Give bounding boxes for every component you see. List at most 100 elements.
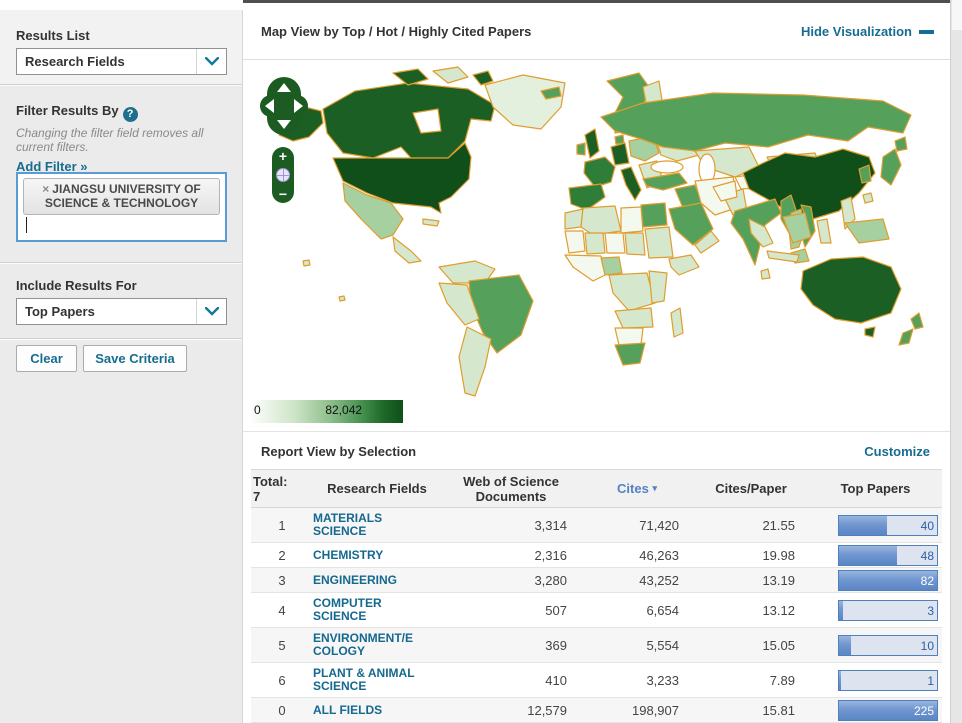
top-papers-bar: 10 [838, 635, 938, 656]
report-view-title: Report View by Selection [261, 444, 416, 459]
country-cuba [423, 219, 439, 226]
country-taiwan [863, 193, 873, 203]
sort-desc-icon: ▾ [652, 483, 657, 493]
globe-icon[interactable] [276, 168, 290, 182]
top-papers-bar-fill [839, 546, 897, 565]
table-header-row: Total: 7 Research Fields Web of Science … [251, 469, 942, 508]
save-criteria-button[interactable]: Save Criteria [83, 345, 187, 372]
country-new-zealand-south [899, 329, 913, 345]
cites-value: 43,252 [581, 573, 693, 588]
pan-right-icon[interactable] [294, 99, 303, 113]
row-rank: 2 [251, 548, 313, 563]
country-japan-hokkaido [895, 137, 907, 151]
research-field-link[interactable]: ENGINEERING [313, 571, 397, 590]
country-angola-zambia [615, 308, 653, 328]
include-results-dropdown-value: Top Papers [17, 304, 196, 319]
zoom-in-icon[interactable]: + [279, 149, 287, 163]
table-row: 5ENVIRONMENT/E COLOGY3695,55415.0510 [251, 628, 942, 663]
research-field-link[interactable]: PLANT & ANIMAL SCIENCE [313, 664, 415, 696]
scrollbar[interactable] [950, 0, 962, 723]
cites-value: 6,654 [581, 603, 693, 618]
page: Results List Research Fields Filter Resu… [0, 0, 962, 723]
top-papers-value: 10 [921, 639, 934, 653]
pan-down-icon[interactable] [277, 120, 291, 129]
black-sea [651, 161, 683, 173]
country-new-guinea [845, 219, 889, 243]
scrollbar-thumb[interactable] [952, 0, 962, 30]
map-pan-control[interactable] [267, 77, 301, 135]
chevron-down-icon [196, 299, 226, 324]
country-tasmania [865, 327, 875, 337]
cites-per-paper-value: 7.89 [693, 673, 809, 688]
text-caret [26, 217, 27, 233]
island-dot [339, 296, 345, 301]
top-papers-bar: 82 [838, 570, 938, 591]
country-ireland [577, 143, 585, 155]
country-libya [621, 207, 643, 233]
top-papers-bar-fill [839, 636, 851, 655]
col-header-cites-sort[interactable]: Cites ▾ [581, 481, 693, 496]
top-papers-value: 40 [921, 519, 934, 533]
country-morocco [565, 209, 583, 229]
country-mali [585, 233, 605, 254]
country-greenland [485, 75, 565, 129]
clear-button[interactable]: Clear [16, 345, 77, 372]
country-spain [569, 184, 605, 210]
cites-per-paper-value: 15.81 [693, 703, 809, 718]
hide-visualization-link[interactable]: Hide Visualization [801, 24, 912, 39]
include-results-label: Include Results For [16, 278, 137, 293]
pan-up-icon[interactable] [277, 83, 291, 92]
results-list-dropdown[interactable]: Research Fields [16, 48, 227, 75]
country-mauritania [565, 231, 585, 253]
table-row: 2CHEMISTRY2,31646,26319.9848 [251, 543, 942, 568]
world-map[interactable] [243, 61, 950, 399]
include-results-dropdown[interactable]: Top Papers [16, 298, 227, 325]
country-madagascar [671, 308, 683, 337]
research-field-link[interactable]: CHEMISTRY [313, 546, 383, 565]
row-rank: 3 [251, 573, 313, 588]
country-egypt [641, 203, 667, 227]
customize-link[interactable]: Customize [864, 444, 930, 459]
research-field-link[interactable]: ENVIRONMENT/E COLOGY [313, 629, 413, 661]
top-papers-bar: 40 [838, 515, 938, 536]
col-header-research-fields: Research Fields [313, 481, 441, 496]
cites-per-paper-value: 13.12 [693, 603, 809, 618]
documents-value: 410 [441, 673, 581, 688]
country-australia [801, 257, 901, 323]
cites-value: 46,263 [581, 548, 693, 563]
legend-min-value: 0 [254, 403, 261, 417]
central-america [393, 237, 421, 263]
top-papers-value: 225 [914, 704, 934, 718]
help-icon[interactable]: ? [123, 107, 138, 122]
col-header-documents: Web of Science Documents [441, 474, 581, 504]
map-zoom-control[interactable]: + − [272, 147, 294, 203]
country-south-africa [615, 343, 645, 365]
section-divider [0, 84, 242, 86]
research-field-link[interactable]: ALL FIELDS [313, 701, 382, 720]
pan-left-icon[interactable] [265, 99, 274, 113]
filter-by-heading: Filter Results By? [16, 102, 138, 122]
island-dot [303, 260, 310, 266]
remove-filter-icon[interactable]: × [42, 182, 49, 196]
zoom-out-icon[interactable]: − [279, 187, 287, 201]
top-papers-value: 3 [927, 604, 934, 618]
country-chad [625, 233, 645, 255]
filter-note: Changing the filter field removes all cu… [16, 126, 221, 154]
documents-value: 507 [441, 603, 581, 618]
filter-input-box[interactable]: ×JIANGSU UNIVERSITY OF SCIENCE & TECHNOL… [16, 172, 227, 242]
main-panel: Map View by Top / Hot / Highly Cited Pap… [243, 0, 950, 723]
table-row: 1MATERIALS SCIENCE3,31471,42021.5540 [251, 508, 942, 543]
row-rank: 1 [251, 518, 313, 533]
country-sulawesi [817, 219, 831, 243]
research-field-link[interactable]: MATERIALS SCIENCE [313, 509, 382, 541]
row-rank: 0 [251, 703, 313, 718]
country-niger [605, 233, 625, 253]
research-field-link[interactable]: COMPUTER SCIENCE [313, 594, 382, 626]
filter-tag-chip[interactable]: ×JIANGSU UNIVERSITY OF SCIENCE & TECHNOL… [23, 178, 220, 215]
documents-value: 369 [441, 638, 581, 653]
section-divider [0, 338, 242, 340]
country-nigeria [601, 257, 622, 275]
country-drc [609, 273, 655, 311]
collapse-icon[interactable] [919, 30, 934, 34]
top-papers-bar: 225 [838, 700, 938, 721]
